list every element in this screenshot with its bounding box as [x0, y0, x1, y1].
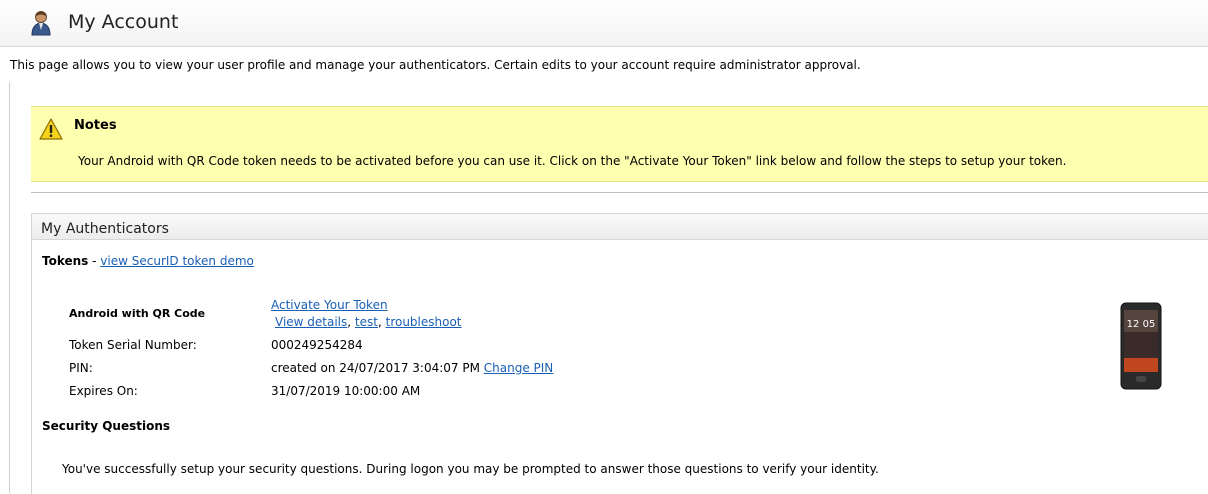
android-phone-image: 12 05	[1120, 302, 1162, 390]
activate-token-link[interactable]: Activate Your Token	[271, 298, 388, 312]
serial-label: Token Serial Number:	[69, 338, 197, 352]
pin-value: created on 24/07/2017 3:04:07 PM	[271, 361, 480, 375]
test-link[interactable]: test	[355, 315, 378, 329]
change-pin-link[interactable]: Change PIN	[484, 361, 554, 375]
troubleshoot-link[interactable]: troubleshoot	[386, 315, 462, 329]
security-questions-text: You've successfully setup your security …	[62, 462, 879, 476]
notes-text: Your Android with QR Code token needs to…	[78, 154, 1067, 168]
token-actions: View details, test, troubleshoot	[275, 315, 462, 329]
pin-row: created on 24/07/2017 3:04:07 PM Change …	[271, 361, 553, 375]
page-header: My Account	[0, 0, 1208, 47]
section-divider	[31, 192, 1208, 193]
notes-title: Notes	[74, 118, 117, 133]
token-demo-link[interactable]: view SecurID token demo	[100, 254, 254, 268]
phone-clock: 12 05	[1127, 319, 1156, 330]
tokens-line: Tokens - view SecurID token demo	[42, 254, 254, 268]
security-questions-title: Security Questions	[42, 419, 171, 433]
expires-label: Expires On:	[69, 384, 138, 398]
page-title: My Account	[68, 11, 179, 33]
notes-box: Notes Your Android with QR Code token ne…	[31, 106, 1208, 182]
authenticators-panel: My Authenticators Tokens - view SecurID …	[31, 213, 1208, 494]
token-type-label: Android with QR Code	[69, 307, 206, 320]
user-icon	[31, 11, 51, 36]
serial-value: 000249254284	[271, 338, 363, 352]
authenticators-header: My Authenticators	[32, 214, 1208, 240]
activate-token-row: Activate Your Token	[271, 298, 388, 312]
expires-value: 31/07/2019 10:00:00 AM	[271, 384, 421, 398]
view-details-link[interactable]: View details	[275, 315, 347, 329]
pin-label: PIN:	[69, 361, 93, 375]
warning-icon	[39, 118, 63, 140]
tokens-separator: -	[88, 254, 101, 268]
page-description: This page allows you to view your user p…	[10, 58, 861, 72]
tokens-label: Tokens	[42, 254, 89, 268]
authenticators-title: My Authenticators	[41, 221, 169, 237]
left-border	[9, 82, 10, 493]
